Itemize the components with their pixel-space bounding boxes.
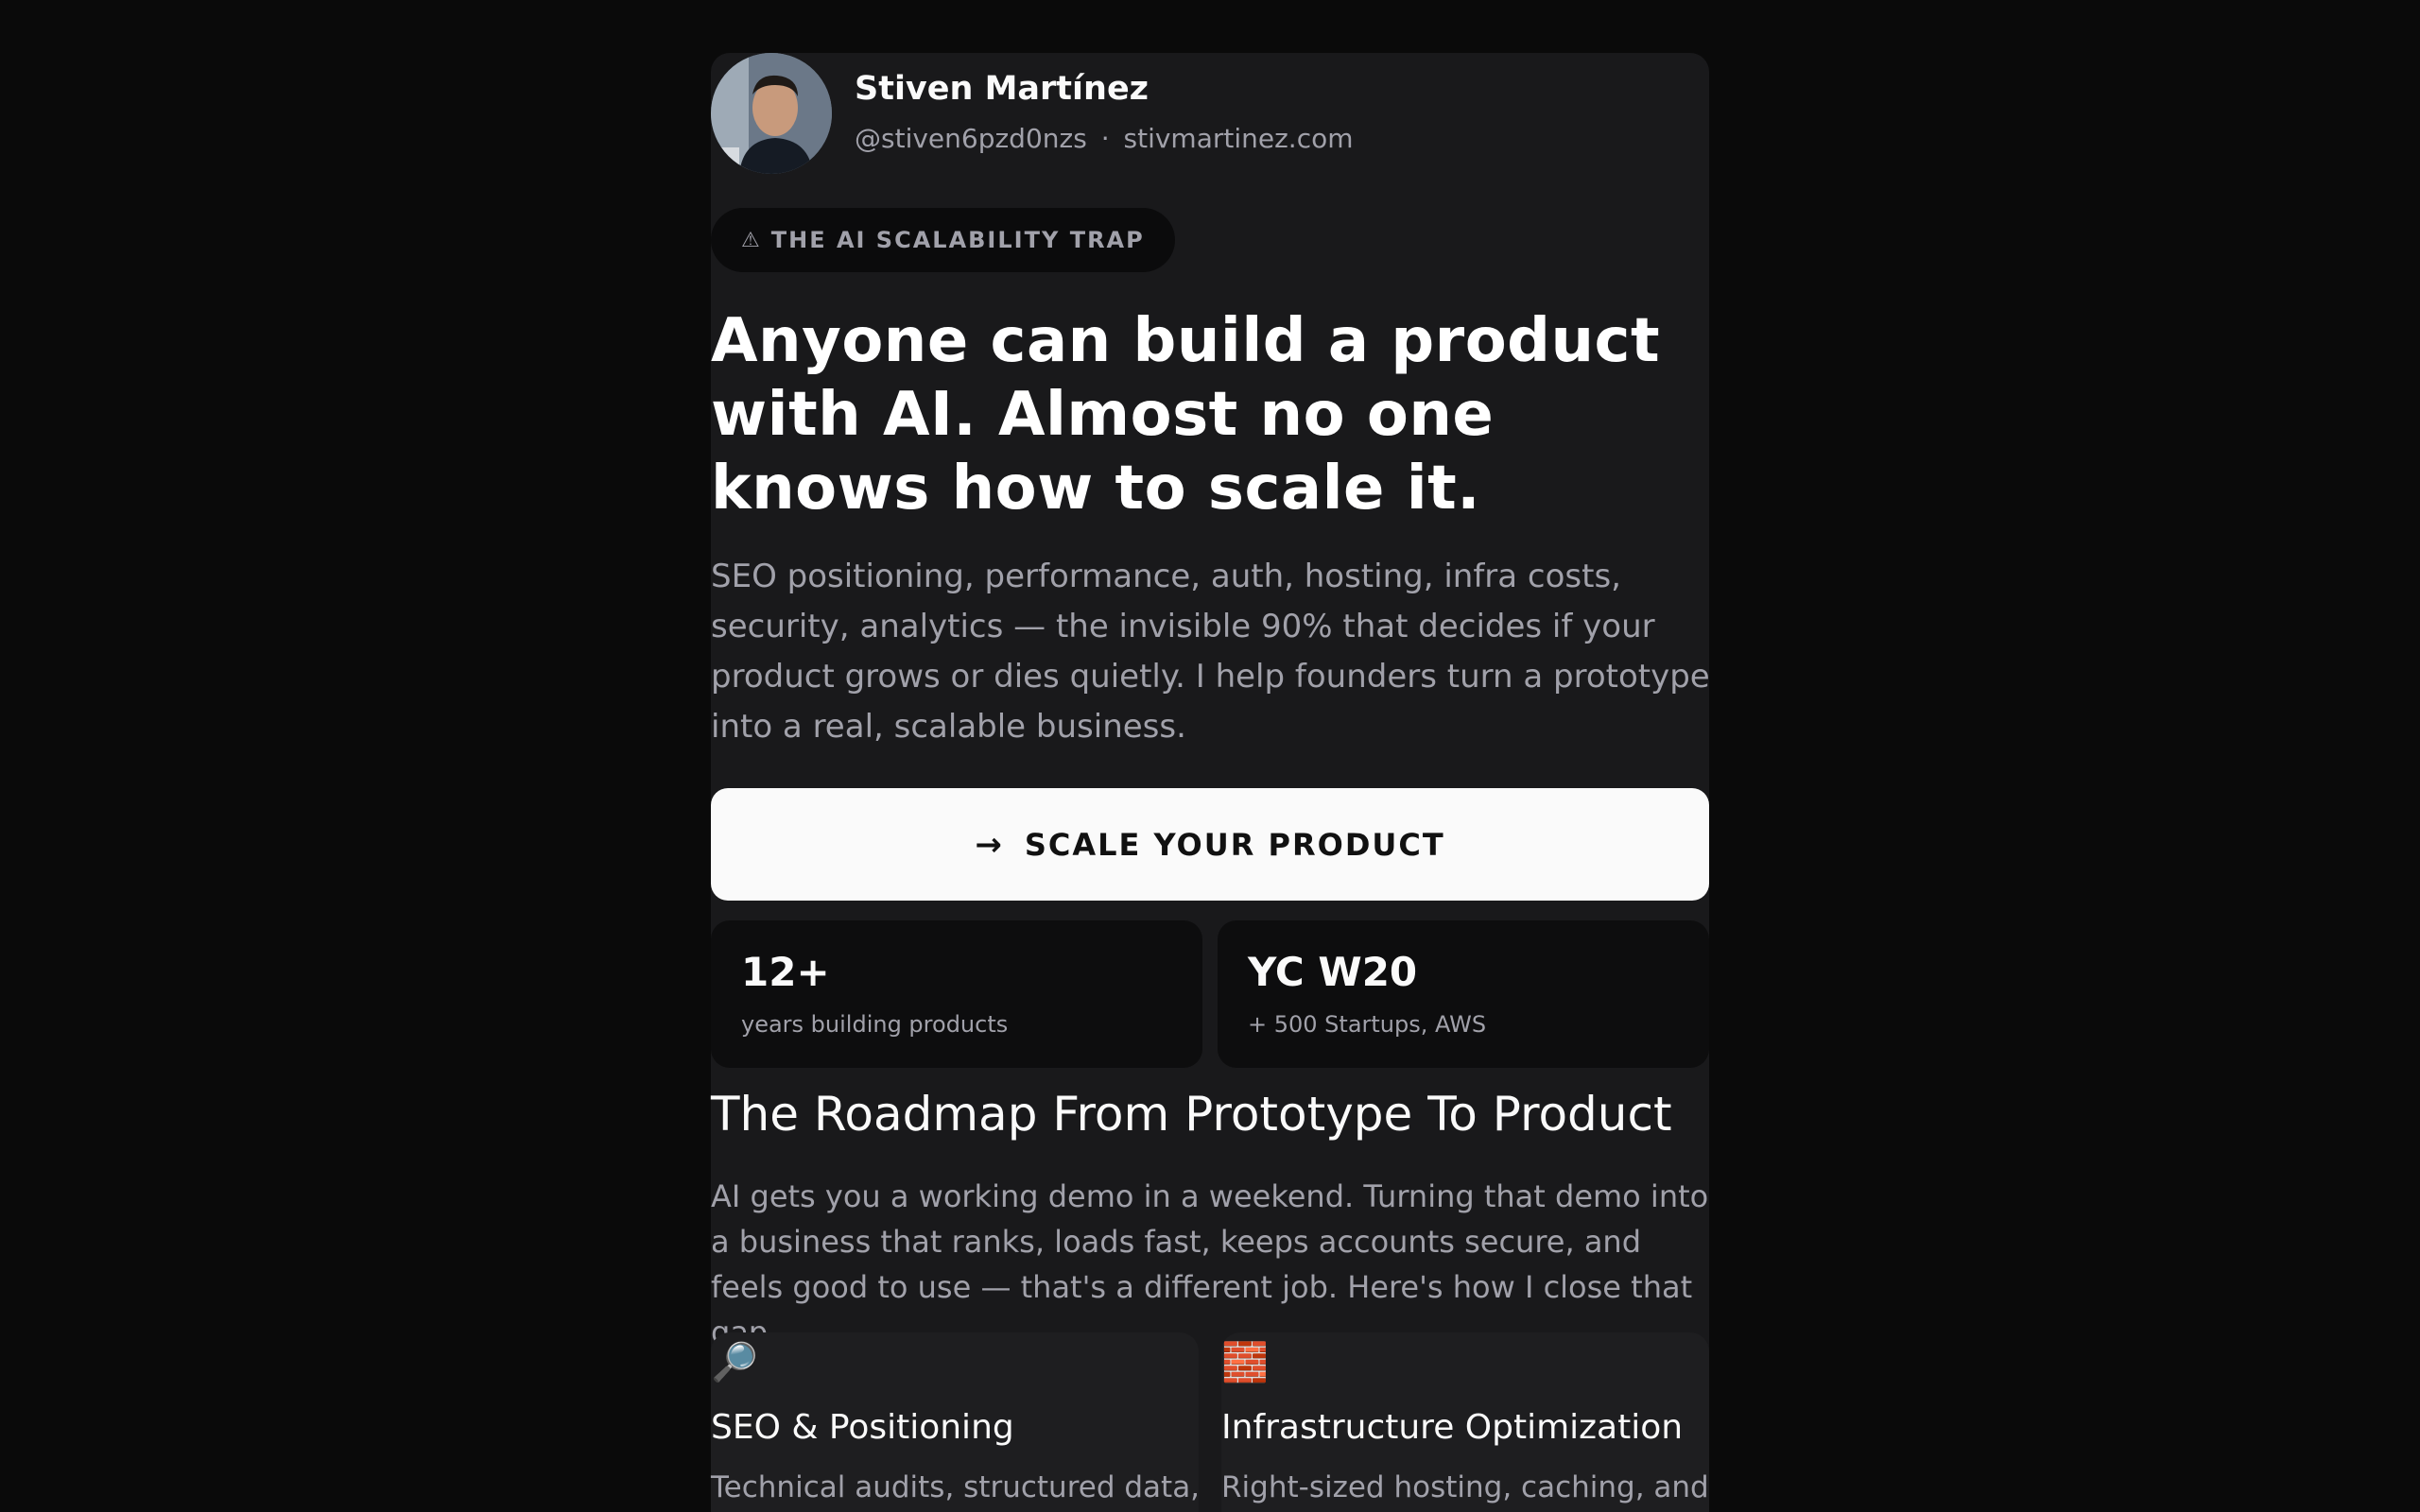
warning-triangle-icon: ⚠ bbox=[741, 228, 762, 252]
magnifying-glass-icon: 🔎 bbox=[711, 1341, 758, 1384]
profile-meta: @stiven6pzd0nzs · stivmartinez.com bbox=[855, 123, 1354, 154]
stat-label: + 500 Startups, AWS bbox=[1248, 1011, 1487, 1038]
roadmap-title: The Roadmap From Prototype To Product bbox=[711, 1087, 1672, 1142]
avatar-photo bbox=[711, 53, 832, 174]
cta-label: SCALE YOUR PRODUCT bbox=[1024, 826, 1445, 863]
profile-name: Stiven Martínez bbox=[855, 70, 1150, 108]
stat-card-experience: 12+ years building products bbox=[711, 920, 1202, 1068]
feature-desc-seo: Technical audits, structured data, bbox=[711, 1470, 1201, 1504]
hero-headline: Anyone can build a product with AI. Almo… bbox=[711, 306, 1661, 524]
feature-desc-infrastructure: Right-sized hosting, caching, and bbox=[1221, 1470, 1709, 1504]
scale-your-product-button[interactable]: → SCALE YOUR PRODUCT bbox=[711, 788, 1709, 901]
stat-value: YC W20 bbox=[1248, 949, 1418, 995]
stat-value: 12+ bbox=[741, 949, 830, 995]
topic-badge-label: THE AI SCALABILITY TRAP bbox=[770, 227, 1145, 253]
stat-card-accelerators: YC W20 + 500 Startups, AWS bbox=[1218, 920, 1709, 1068]
topic-badge: ⚠ THE AI SCALABILITY TRAP bbox=[711, 208, 1175, 272]
feature-title-seo: SEO & Positioning bbox=[711, 1408, 1014, 1447]
stat-label: years building products bbox=[741, 1011, 1009, 1038]
avatar bbox=[711, 53, 832, 174]
bricks-icon: 🧱 bbox=[1221, 1341, 1269, 1384]
hero-lead: SEO positioning, performance, auth, host… bbox=[711, 558, 1710, 746]
profile-handle[interactable]: @stiven6pzd0nzs bbox=[855, 123, 1087, 154]
feature-title-infrastructure: Infrastructure Optimization bbox=[1221, 1408, 1684, 1447]
meta-separator: · bbox=[1100, 123, 1110, 154]
profile-website-link[interactable]: stivmartinez.com bbox=[1124, 123, 1354, 154]
roadmap-body: AI gets you a working demo in a weekend.… bbox=[711, 1178, 1709, 1350]
arrow-right-icon: → bbox=[975, 825, 1004, 864]
